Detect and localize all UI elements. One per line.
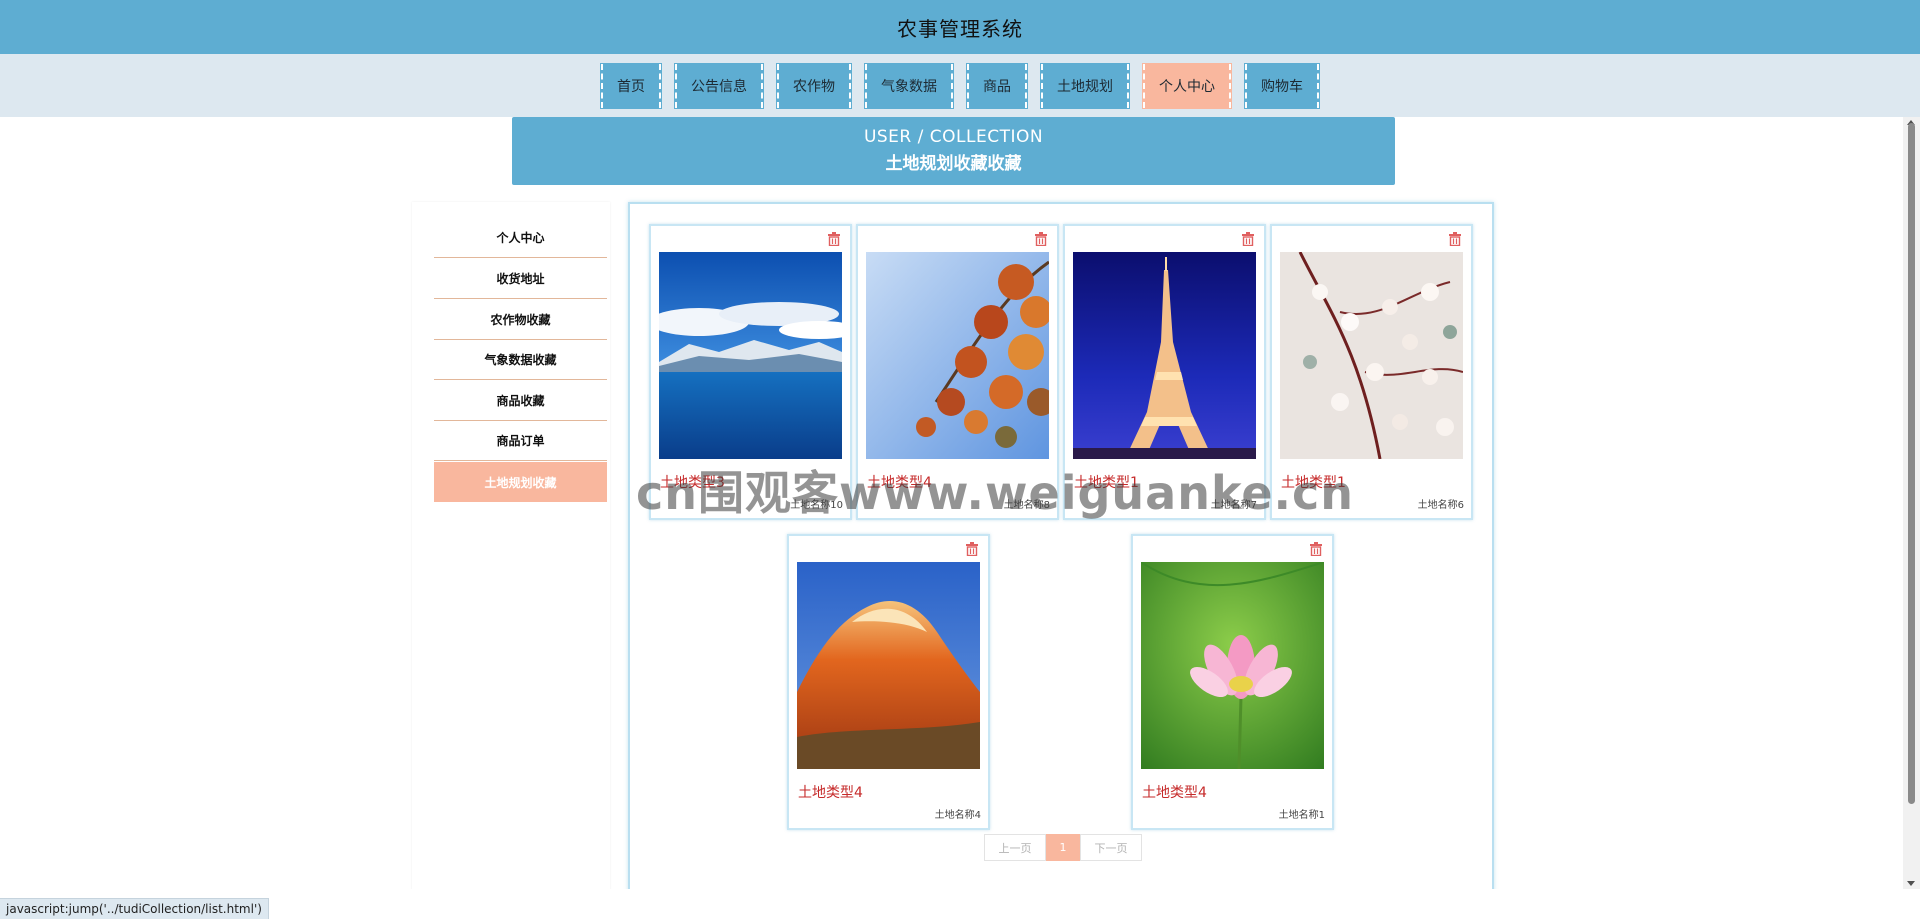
delete-icon[interactable]: [965, 542, 979, 556]
sidebar-item-weather-collection[interactable]: 气象数据收藏: [434, 340, 607, 380]
nav-item-home[interactable]: 首页: [600, 62, 662, 109]
delete-icon[interactable]: [1309, 542, 1323, 556]
collection-card[interactable]: 土地类型4 土地名称1: [1131, 534, 1334, 830]
page-scrollbar[interactable]: [1903, 117, 1920, 889]
nav-item-land-planning[interactable]: 土地规划: [1040, 62, 1130, 109]
nav-item-goods[interactable]: 商品: [966, 62, 1028, 109]
card-image[interactable]: [797, 562, 980, 769]
red-rock-image: [797, 562, 980, 769]
sidebar-item-address[interactable]: 收货地址: [434, 259, 607, 299]
lake-mountain-image: [659, 252, 842, 459]
eiffel-tower-image: [1073, 252, 1256, 459]
card-name: 土地名称8: [1003, 500, 1050, 511]
card-image[interactable]: [1141, 562, 1324, 769]
card-type: 土地类型4: [867, 475, 932, 491]
card-type: 土地类型4: [798, 785, 863, 801]
card-type: 土地类型1: [1074, 475, 1139, 491]
delete-icon[interactable]: [1034, 232, 1048, 246]
nav-item-user-center[interactable]: 个人中心: [1142, 62, 1232, 109]
nav-item-notices[interactable]: 公告信息: [674, 62, 764, 109]
main-nav: 首页 公告信息 农作物 气象数据 商品 土地规划 个人中心 购物车: [0, 54, 1920, 117]
card-name: 土地名称4: [934, 810, 981, 821]
card-name: 土地名称6: [1417, 500, 1464, 511]
card-image[interactable]: [1073, 252, 1256, 459]
card-name: 土地名称7: [1210, 500, 1257, 511]
collection-card[interactable]: 土地类型1 土地名称6: [1270, 224, 1473, 520]
nav-item-cart[interactable]: 购物车: [1244, 62, 1320, 109]
nav-item-crops[interactable]: 农作物: [776, 62, 852, 109]
sidebar-item-land-collection[interactable]: 土地规划收藏: [434, 462, 607, 502]
sidebar-item-crop-collection[interactable]: 农作物收藏: [434, 300, 607, 340]
prev-page-button[interactable]: 上一页: [984, 834, 1046, 861]
content-area: USER / COLLECTION 土地规划收藏收藏 个人中心 收货地址 农作物…: [0, 117, 1920, 889]
current-page-button[interactable]: 1: [1046, 834, 1080, 861]
banner-subtitle: USER / COLLECTION: [863, 127, 1044, 147]
sidebar-item-orders[interactable]: 商品订单: [434, 421, 607, 461]
status-bar: javascript:jump('../tudiCollection/list.…: [0, 898, 269, 919]
app-title: 农事管理系统: [897, 16, 1023, 41]
autumn-leaves-image: [866, 252, 1049, 459]
card-image[interactable]: [659, 252, 842, 459]
collection-panel: 土地类型3 土地名称10 土地类型4 土地名称8 土地类型1 土地名称7 土地类…: [628, 202, 1494, 889]
sidebar-item-goods-collection[interactable]: 商品收藏: [434, 381, 607, 421]
scrollbar-thumb[interactable]: [1908, 123, 1915, 804]
card-image[interactable]: [1280, 252, 1463, 459]
page-banner: USER / COLLECTION 土地规划收藏收藏: [512, 117, 1395, 185]
pagination: 上一页 1 下一页: [984, 834, 1142, 861]
lotus-flower-image: [1141, 562, 1324, 769]
sidebar-item-user-center[interactable]: 个人中心: [434, 218, 607, 258]
card-image[interactable]: [866, 252, 1049, 459]
collection-card[interactable]: 土地类型4 土地名称4: [787, 534, 990, 830]
delete-icon[interactable]: [1448, 232, 1462, 246]
collection-card[interactable]: 土地类型3 土地名称10: [649, 224, 852, 520]
card-type: 土地类型1: [1281, 475, 1346, 491]
nav-item-weather[interactable]: 气象数据: [864, 62, 954, 109]
collection-card[interactable]: 土地类型1 土地名称7: [1063, 224, 1266, 520]
card-name: 土地名称10: [790, 500, 843, 511]
delete-icon[interactable]: [1241, 232, 1255, 246]
card-type: 土地类型4: [1142, 785, 1207, 801]
blossom-branch-image: [1280, 252, 1463, 459]
top-header: 农事管理系统: [0, 0, 1920, 54]
sidebar: 个人中心 收货地址 农作物收藏 气象数据收藏 商品收藏 商品订单 土地规划收藏: [412, 202, 610, 889]
delete-icon[interactable]: [827, 232, 841, 246]
card-name: 土地名称1: [1278, 810, 1325, 821]
next-page-button[interactable]: 下一页: [1080, 834, 1142, 861]
page-title: 土地规划收藏收藏: [885, 154, 1022, 174]
collection-card[interactable]: 土地类型4 土地名称8: [856, 224, 1059, 520]
card-type: 土地类型3: [660, 475, 725, 491]
scroll-down-icon[interactable]: [1907, 881, 1915, 886]
